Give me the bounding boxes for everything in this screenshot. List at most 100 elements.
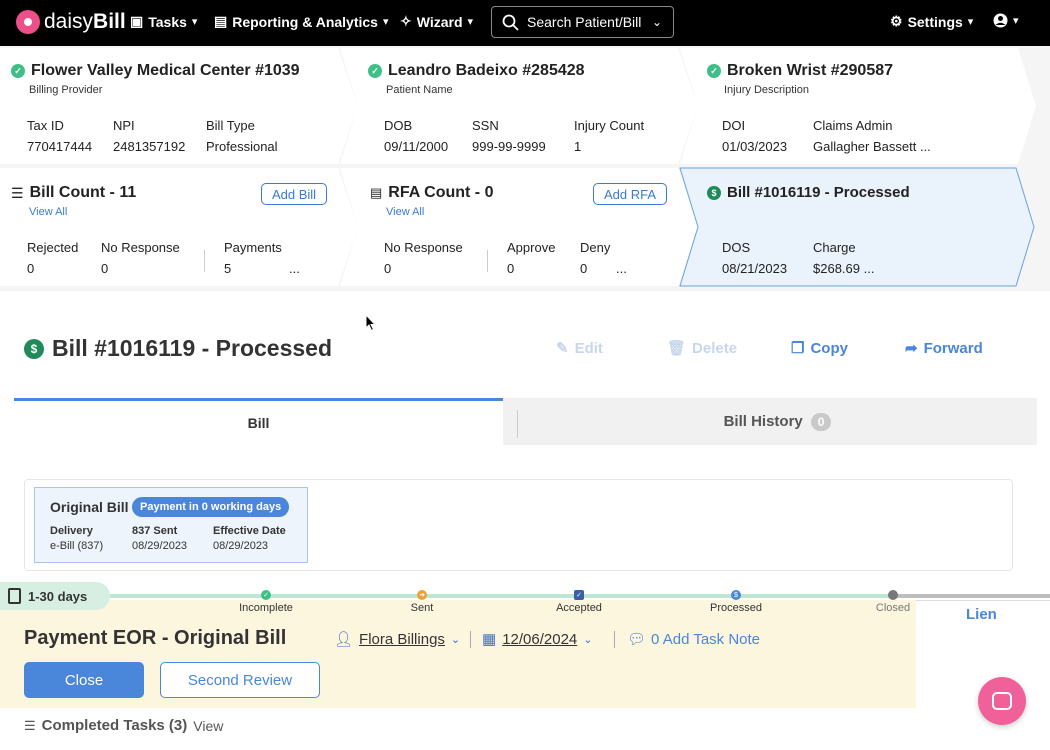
- user-icon: 👤︎: [334, 631, 354, 648]
- payments-label: Payments: [224, 240, 282, 255]
- forward-button[interactable]: ➦ Forward: [905, 339, 983, 358]
- delivery-value: e-Bill (837): [50, 540, 104, 552]
- forward-label: Forward: [923, 339, 983, 357]
- charge-label: Charge: [813, 240, 856, 255]
- original-bill-card[interactable]: Original Bill Payment in 0 working days …: [34, 487, 308, 563]
- tax-id-label: Tax ID: [27, 118, 64, 133]
- bill-more-ellipsis[interactable]: ...: [289, 261, 300, 276]
- chevron-down-icon: ⌄: [583, 633, 593, 646]
- provider-card-title[interactable]: ✓ Flower Valley Medical Center #1039: [11, 62, 300, 80]
- doi-value: 01/03/2023: [722, 139, 788, 154]
- injury-card-title[interactable]: ✓ Broken Wrist #290587: [707, 62, 893, 80]
- nav-tasks[interactable]: ▣ Tasks ▾: [130, 13, 197, 30]
- view-completed-link[interactable]: View: [193, 718, 223, 734]
- mouse-cursor-icon: [365, 314, 377, 332]
- progress-track-complete: [100, 594, 896, 598]
- rfa-no-response-label: No Response: [384, 240, 463, 255]
- daisy-logo-icon: [16, 10, 40, 34]
- task-note-label: 0 Add Task Note: [651, 630, 761, 648]
- top-nav: daisyBill ▣ Tasks ▾ ▤ Reporting & Analyt…: [0, 0, 1050, 46]
- bill-no-response-label: No Response: [101, 240, 180, 255]
- dos-value: 08/21/2023: [722, 261, 788, 276]
- task-age-label: 1-30 days: [28, 588, 88, 604]
- gear-icon: ⚙: [890, 13, 903, 29]
- bill-count-text: Bill Count - 11: [29, 184, 137, 201]
- patient-card-title[interactable]: ✓ Leandro Badeixo #285428: [368, 62, 585, 80]
- chevron-down-icon: ▾: [382, 16, 389, 28]
- bill-type-value: Professional: [206, 139, 278, 154]
- bill-tabs: Bill Bill History 0: [14, 398, 1037, 445]
- rejected-label: Rejected: [27, 240, 79, 255]
- ssn-label: SSN: [472, 118, 499, 133]
- check-icon: ✓: [707, 64, 721, 78]
- nav-settings[interactable]: ⚙ Settings ▾: [890, 13, 973, 30]
- assignee-dropdown[interactable]: 👤︎ Flora Billings ⌄: [334, 630, 460, 649]
- npi-value: 2481357192: [113, 139, 186, 154]
- tab-history-label: Bill History: [723, 413, 803, 430]
- chat-launcher[interactable]: [978, 677, 1026, 725]
- delivery-label: Delivery: [50, 525, 93, 537]
- task-age-badge: 1-30 days: [0, 582, 110, 610]
- nav-settings-label: Settings: [907, 13, 963, 30]
- bill-type-label: Bill Type: [206, 118, 255, 133]
- list-icon: ☰: [11, 184, 24, 201]
- bill-card-title-text: Bill #1016119 - Processed: [727, 184, 910, 201]
- bill-view-all-link[interactable]: View All: [29, 206, 67, 218]
- check-icon: ✓: [261, 590, 271, 600]
- close-task-button[interactable]: Close: [24, 662, 144, 698]
- dollar-icon: $: [707, 185, 721, 200]
- rejected-value: 0: [27, 261, 35, 276]
- edit-button[interactable]: ✎ Edit: [556, 339, 603, 358]
- bill-no-response-value: 0: [101, 261, 109, 276]
- nav-wizard[interactable]: ✧ Wizard ▾: [400, 13, 473, 30]
- list-icon: ☰: [24, 717, 36, 733]
- search-patient-bill[interactable]: Search Patient/Bill ⌄: [491, 6, 674, 38]
- second-review-button[interactable]: Second Review: [160, 662, 320, 698]
- original-bill-title: Original Bill: [50, 499, 129, 515]
- effective-date-value: 08/29/2023: [213, 540, 269, 552]
- user-menu[interactable]: ▾: [993, 13, 1019, 28]
- provider-subtitle: Billing Provider: [29, 84, 103, 96]
- rfa-view-all-link[interactable]: View All: [386, 206, 424, 218]
- step-processed: $ Processed: [701, 590, 771, 614]
- approve-label: Approve: [507, 240, 556, 255]
- completed-tasks[interactable]: ☰ Completed Tasks (3) View: [24, 717, 223, 734]
- pencil-icon: ✎: [556, 340, 569, 357]
- tab-bill[interactable]: Bill: [14, 398, 503, 445]
- divider: [204, 250, 205, 272]
- injury-count-label: Injury Count: [574, 118, 645, 133]
- copy-button[interactable]: ❐ Copy: [791, 339, 848, 358]
- tax-id-value: 770417444: [27, 139, 93, 154]
- logo[interactable]: daisyBill: [16, 10, 126, 34]
- rfa-more-ellipsis[interactable]: ...: [616, 261, 627, 276]
- step-label: Accepted: [556, 602, 602, 614]
- arrow-icon: ➜: [417, 590, 427, 600]
- claims-admin-label: Claims Admin: [813, 118, 893, 133]
- magic-wand-icon: ✧: [400, 13, 412, 29]
- share-arrow-icon: ➦: [905, 340, 918, 357]
- step-accepted: ✓ Accepted: [549, 590, 609, 614]
- copy-label: Copy: [810, 339, 848, 357]
- bill-count-title[interactable]: ☰ Bill Count - 11: [11, 184, 136, 202]
- step-label: Closed: [875, 602, 911, 614]
- claims-admin-value: Gallagher Bassett ...: [813, 139, 931, 154]
- tab-bill-history[interactable]: Bill History 0: [518, 398, 1037, 445]
- checkbox-icon: ✓: [574, 590, 584, 600]
- add-bill-button[interactable]: Add Bill: [261, 183, 327, 205]
- rfa-count-title[interactable]: ▤ RFA Count - 0: [370, 184, 493, 202]
- divider: [614, 631, 615, 648]
- nav-reporting[interactable]: ▤ Reporting & Analytics ▾: [214, 13, 389, 30]
- dob-label: DOB: [384, 118, 413, 133]
- add-rfa-button[interactable]: Add RFA: [593, 183, 667, 205]
- add-task-note[interactable]: 💬︎ 0 Add Task Note: [627, 630, 761, 649]
- bill-card-title[interactable]: $ Bill #1016119 - Processed: [707, 184, 910, 201]
- deny-label: Deny: [580, 240, 611, 255]
- search-icon: [502, 14, 519, 31]
- due-date-dropdown[interactable]: ▦ 12/06/2024 ⌄: [482, 630, 593, 649]
- delete-button[interactable]: 🗑︎ Delete: [667, 339, 737, 358]
- provider-title-text: Flower Valley Medical Center #1039: [31, 62, 300, 79]
- divider: [470, 631, 471, 648]
- lien-tab[interactable]: Lien: [966, 606, 997, 623]
- sent-value: 08/29/2023: [132, 540, 188, 552]
- user-avatar-icon: [993, 13, 1008, 28]
